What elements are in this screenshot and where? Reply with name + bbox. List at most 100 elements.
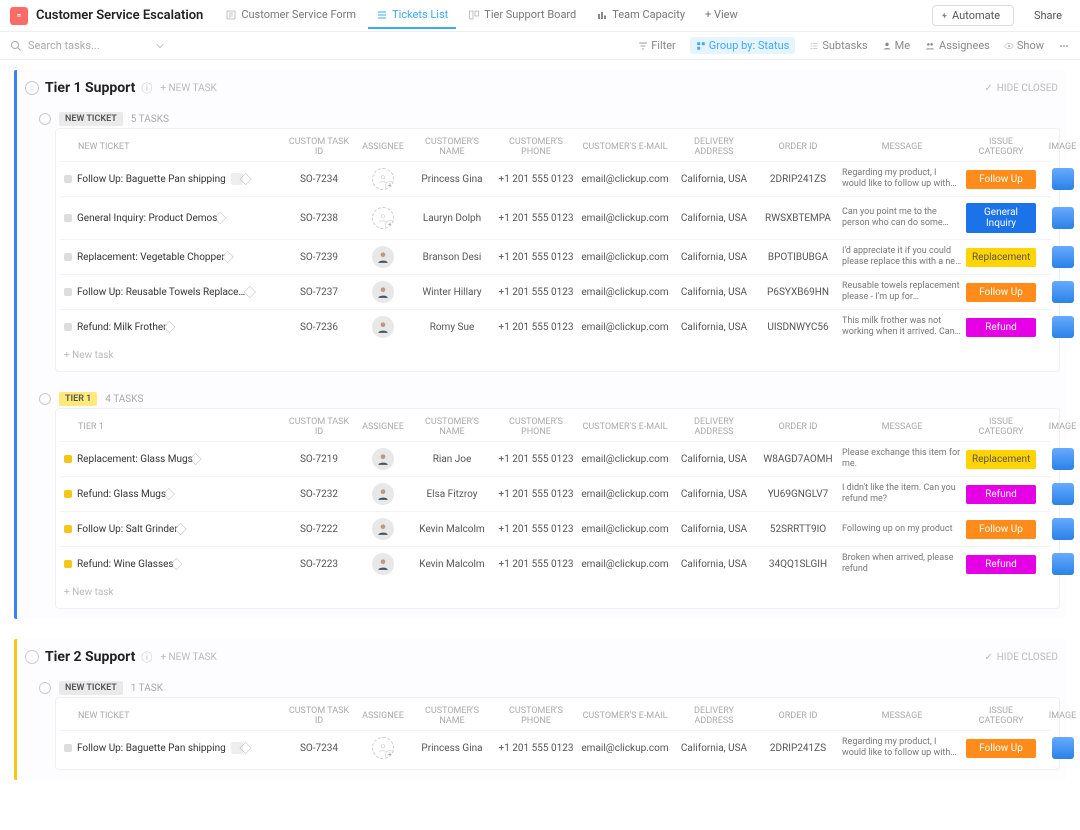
custom-task-id: SO-7234 [284, 174, 354, 185]
me-button[interactable]: Me [882, 39, 910, 52]
subtasks-button[interactable]: Subtasks [809, 39, 867, 52]
table-row[interactable]: General Inquiry: Product Demos⃟SO-7238+L… [60, 196, 1051, 239]
search-input[interactable]: Search tasks... [10, 39, 164, 52]
tab-team-capacity[interactable]: Team Capacity [588, 2, 693, 29]
customer-phone: +1 201 555 0123 [496, 213, 576, 224]
col-customer-s-phone: CUSTOMER'S PHONE [496, 417, 576, 437]
assignee-avatar[interactable] [372, 553, 394, 575]
assignee-avatar-empty[interactable]: + [372, 168, 394, 190]
issue-category-badge[interactable]: Refund [966, 485, 1036, 504]
status-badge[interactable]: NEW TICKET [59, 681, 123, 695]
new-task-button[interactable]: + NEW TASK [160, 652, 216, 663]
image-cell[interactable] [1040, 483, 1080, 505]
delivery-address: California, USA [674, 322, 754, 333]
assignee-cell [358, 448, 408, 470]
table-row[interactable]: Refund: Glass Mugs⃟SO-7232Elsa Fitzroy+1… [60, 476, 1051, 511]
issue-category-badge[interactable]: Replacement [966, 450, 1036, 469]
tab--view[interactable]: + View [697, 2, 746, 29]
status-dot [64, 323, 72, 331]
assignee-cell [358, 518, 408, 540]
automate-button[interactable]: Automate [932, 5, 1014, 26]
assignee-avatar[interactable] [372, 316, 394, 338]
group-toggle[interactable] [25, 81, 39, 95]
status-dot [64, 288, 72, 296]
assignees-button[interactable]: Assignees [924, 39, 990, 52]
message: Regarding my product, I would like to fo… [842, 737, 962, 759]
subgroup-header: NEW TICKET5 TASKS [37, 106, 1066, 128]
tab-customer-service-form[interactable]: Customer Service Form [217, 2, 364, 29]
image-cell[interactable] [1040, 168, 1080, 190]
hide-closed-button[interactable]: ✓HIDE CLOSED [984, 652, 1058, 663]
table-row[interactable]: Replacement: Glass Mugs⃟SO-7219Rian Joe+… [60, 441, 1051, 476]
table-row[interactable]: Follow Up: Baguette Pan shipping⃟SO-7234… [60, 730, 1051, 765]
person-icon [882, 41, 892, 51]
delivery-address: California, USA [674, 524, 754, 535]
new-task-row[interactable]: + New task [60, 344, 1051, 367]
info-icon[interactable]: ⓘ [141, 649, 152, 665]
issue-category-badge[interactable]: Refund [966, 555, 1036, 574]
delivery-address: California, USA [674, 213, 754, 224]
issue-category-badge[interactable]: Follow Up [966, 170, 1036, 189]
info-icon[interactable]: ⓘ [141, 80, 152, 96]
subgroup-toggle[interactable] [39, 113, 51, 125]
group-tier-support: Tier 1 Support ⓘ + NEW TASK ✓HIDE CLOSED NEW… [14, 70, 1066, 619]
group-by-button[interactable]: Group by: Status [690, 37, 796, 54]
share-button[interactable]: Share [1022, 6, 1070, 25]
message: Regarding my product, I would like to fo… [842, 168, 962, 190]
new-task-row[interactable]: + New task [60, 581, 1051, 604]
assignee-avatar-empty[interactable]: + [372, 207, 394, 229]
table-row[interactable]: Refund: Wine Glasses⃟SO-7223Kevin Malcol… [60, 546, 1051, 581]
hide-closed-button[interactable]: ✓HIDE CLOSED [984, 83, 1058, 94]
assignee-avatar[interactable] [372, 518, 394, 540]
customer-phone: +1 201 555 0123 [496, 322, 576, 333]
image-cell[interactable] [1040, 207, 1080, 229]
assignee-avatar[interactable] [372, 483, 394, 505]
new-task-button[interactable]: + NEW TASK [160, 83, 216, 94]
assignee-avatar[interactable] [372, 281, 394, 303]
image-cell[interactable] [1040, 246, 1080, 268]
status-badge[interactable]: TIER 1 [59, 392, 97, 406]
subgroup-toggle[interactable] [39, 393, 51, 405]
image-cell[interactable] [1040, 737, 1080, 759]
subgroup: TIER 14 TASKSTIER 1CUSTOM TASK IDASSIGNE… [17, 382, 1066, 619]
group-name: Tier 1 Support [45, 80, 135, 96]
customer-email: email@clickup.com [580, 322, 670, 333]
tab-tier-support-board[interactable]: Tier Support Board [460, 2, 584, 29]
more-button[interactable] [1058, 41, 1070, 51]
issue-category-badge[interactable]: Follow Up [966, 283, 1036, 302]
col-issue-category: ISSUE CATEGORY [966, 417, 1036, 437]
table-row[interactable]: Follow Up: Baguette Pan shipping⃟SO-7234… [60, 161, 1051, 196]
issue-category-badge[interactable]: General Inquiry [966, 203, 1036, 233]
image-cell[interactable] [1040, 316, 1080, 338]
show-button[interactable]: Show [1004, 39, 1044, 52]
issue-category-badge[interactable]: Replacement [966, 248, 1036, 267]
custom-task-id: SO-7237 [284, 287, 354, 298]
issue-category-badge[interactable]: Refund [966, 318, 1036, 337]
assignee-avatar-empty[interactable]: + [372, 737, 394, 759]
subgroup-toggle[interactable] [39, 682, 51, 694]
col-customer-s-phone: CUSTOMER'S PHONE [496, 137, 576, 157]
col-tier-: TIER 1 [60, 422, 280, 432]
nav-tabs: Customer Service FormTickets ListTier Su… [217, 2, 745, 29]
customer-name: Elsa Fitzroy [412, 489, 492, 500]
table-row[interactable]: Replacement: Vegetable Chopper⃟SO-7239Br… [60, 239, 1051, 274]
image-cell[interactable] [1040, 448, 1080, 470]
image-cell[interactable] [1040, 553, 1080, 575]
table-row[interactable]: Follow Up: Reusable Towels Replacement⃟S… [60, 274, 1051, 309]
table-row[interactable]: Follow Up: Salt Grinder⃟SO-7222Kevin Mal… [60, 511, 1051, 546]
assignee-cell [358, 316, 408, 338]
issue-category-badge[interactable]: Follow Up [966, 520, 1036, 539]
customer-email: email@clickup.com [580, 287, 670, 298]
delivery-address: California, USA [674, 454, 754, 465]
filter-button[interactable]: Filter [638, 39, 676, 52]
group-toggle[interactable] [25, 650, 39, 664]
image-cell[interactable] [1040, 518, 1080, 540]
issue-category-badge[interactable]: Follow Up [966, 739, 1036, 758]
tab-tickets-list[interactable]: Tickets List [368, 2, 456, 29]
assignee-avatar[interactable] [372, 448, 394, 470]
assignees-label: Assignees [939, 39, 990, 52]
table-row[interactable]: Refund: Milk Frother⃟SO-7236Romy Sue+1 2… [60, 309, 1051, 344]
status-badge[interactable]: NEW TICKET [59, 112, 123, 126]
assignee-avatar[interactable] [372, 246, 394, 268]
image-cell[interactable] [1040, 281, 1080, 303]
